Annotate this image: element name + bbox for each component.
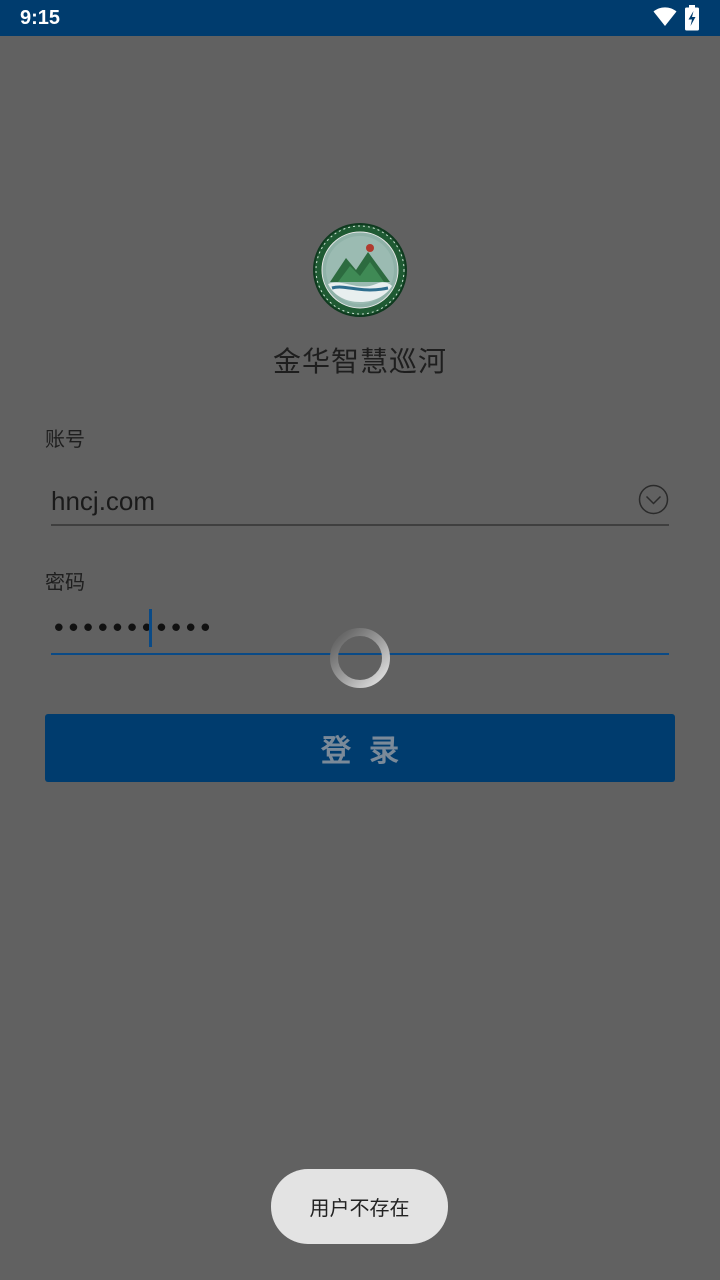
jinhua-river-logo	[313, 223, 407, 317]
wifi-icon	[653, 7, 677, 26]
account-field[interactable]: hncj.com	[51, 474, 669, 526]
battery-charging-icon	[685, 5, 699, 31]
password-value[interactable]: •••••••••••	[51, 612, 213, 646]
login-button[interactable]: 登录	[45, 714, 675, 782]
account-label: 账号	[45, 427, 85, 451]
toast-message: 用户不存在	[271, 1169, 448, 1244]
chevron-down-circle-icon[interactable]	[638, 484, 669, 515]
text-cursor	[149, 609, 152, 647]
status-time: 9:15	[20, 7, 61, 29]
password-label: 密码	[45, 570, 85, 594]
loading-spinner-icon	[330, 628, 390, 688]
app-title: 金华智慧巡河	[272, 345, 447, 378]
status-bar: 9:15	[0, 0, 720, 36]
login-screen: 9:15 金华智慧巡河 账号 hncj.com 密码 ••••••••••• 登…	[0, 0, 720, 1280]
toast-text: 用户不存在	[309, 1196, 410, 1220]
account-value[interactable]: hncj.com	[51, 484, 155, 518]
